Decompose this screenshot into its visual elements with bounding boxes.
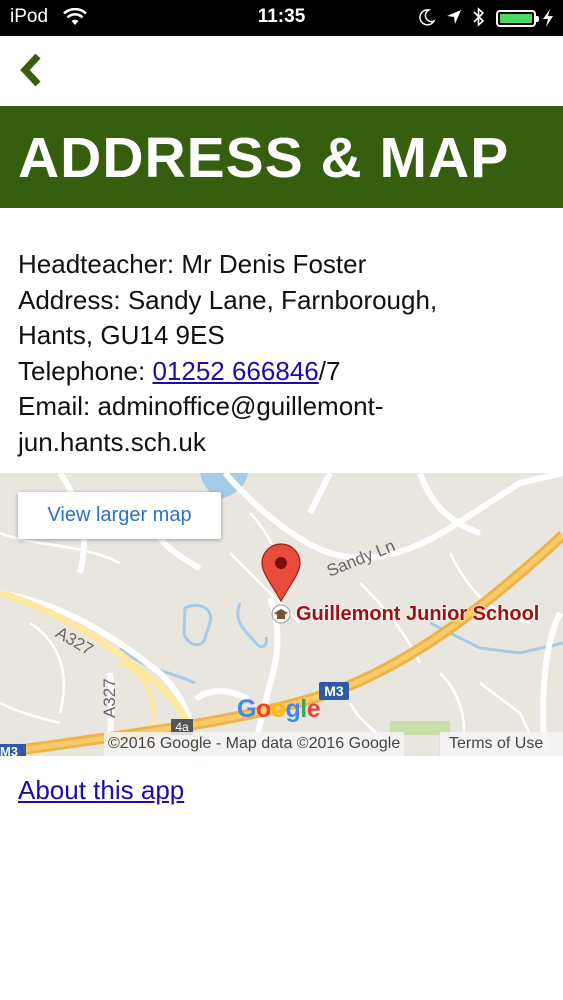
m3-road-badge-left: M3 [0,744,26,756]
contact-info: Headteacher: Mr Denis Foster Address: Sa… [18,247,548,460]
location-arrow-icon [447,10,461,24]
charging-bolt-icon [543,9,553,27]
google-logo-letter: e [306,695,321,723]
moon-icon [419,9,436,26]
email-line-2: jun.hants.sch.uk [18,426,206,457]
telephone-link[interactable]: 01252 666846 [152,356,318,386]
headteacher-line: Headteacher: Mr Denis Foster [18,249,367,279]
school-icon [271,604,291,624]
telephone-label: Telephone: [18,355,153,386]
email-line-1: Email: adminoffice@guillemont- [18,391,384,421]
bluetooth-icon [473,7,485,27]
google-logo-letter: g [285,695,301,723]
map-embed[interactable]: View larger map Sandy Ln A327 A327 Guill… [0,473,563,756]
google-logo-letter: o [255,695,271,723]
view-larger-map-button[interactable]: View larger map [18,492,221,539]
stream-shape [182,603,213,647]
status-bar: iPod 11:35 [0,0,563,36]
google-logo-letter: G [237,695,256,723]
title-band: ADDRESS & MAP [0,106,563,208]
m3-road-badge: M3 [319,682,349,700]
stream-shape-2 [236,602,268,649]
chevron-left-icon [20,53,41,87]
street-label-a327-vertical: A327 [100,678,119,718]
google-logo: Google [237,695,321,724]
about-app-link[interactable]: About this app [18,775,184,806]
telephone-suffix: /7 [318,355,341,386]
map-attribution: ©2016 Google - Map data ©2016 Google [104,732,405,756]
telephone-line: Telephone: 01252 666846/7 [18,354,548,390]
back-button[interactable] [14,48,54,92]
place-label-school: Guillemont Junior School [296,603,540,625]
address-line-2: Hants, GU14 9ES [18,320,225,350]
terms-of-use-link[interactable]: Terms of Use [439,732,563,756]
page-title: ADDRESS & MAP [18,126,510,190]
nav-bar [0,36,563,106]
address-line-1: Address: Sandy Lane, Farnborough, [18,284,438,315]
google-logo-letter: o [270,695,286,723]
battery-icon [496,10,539,27]
